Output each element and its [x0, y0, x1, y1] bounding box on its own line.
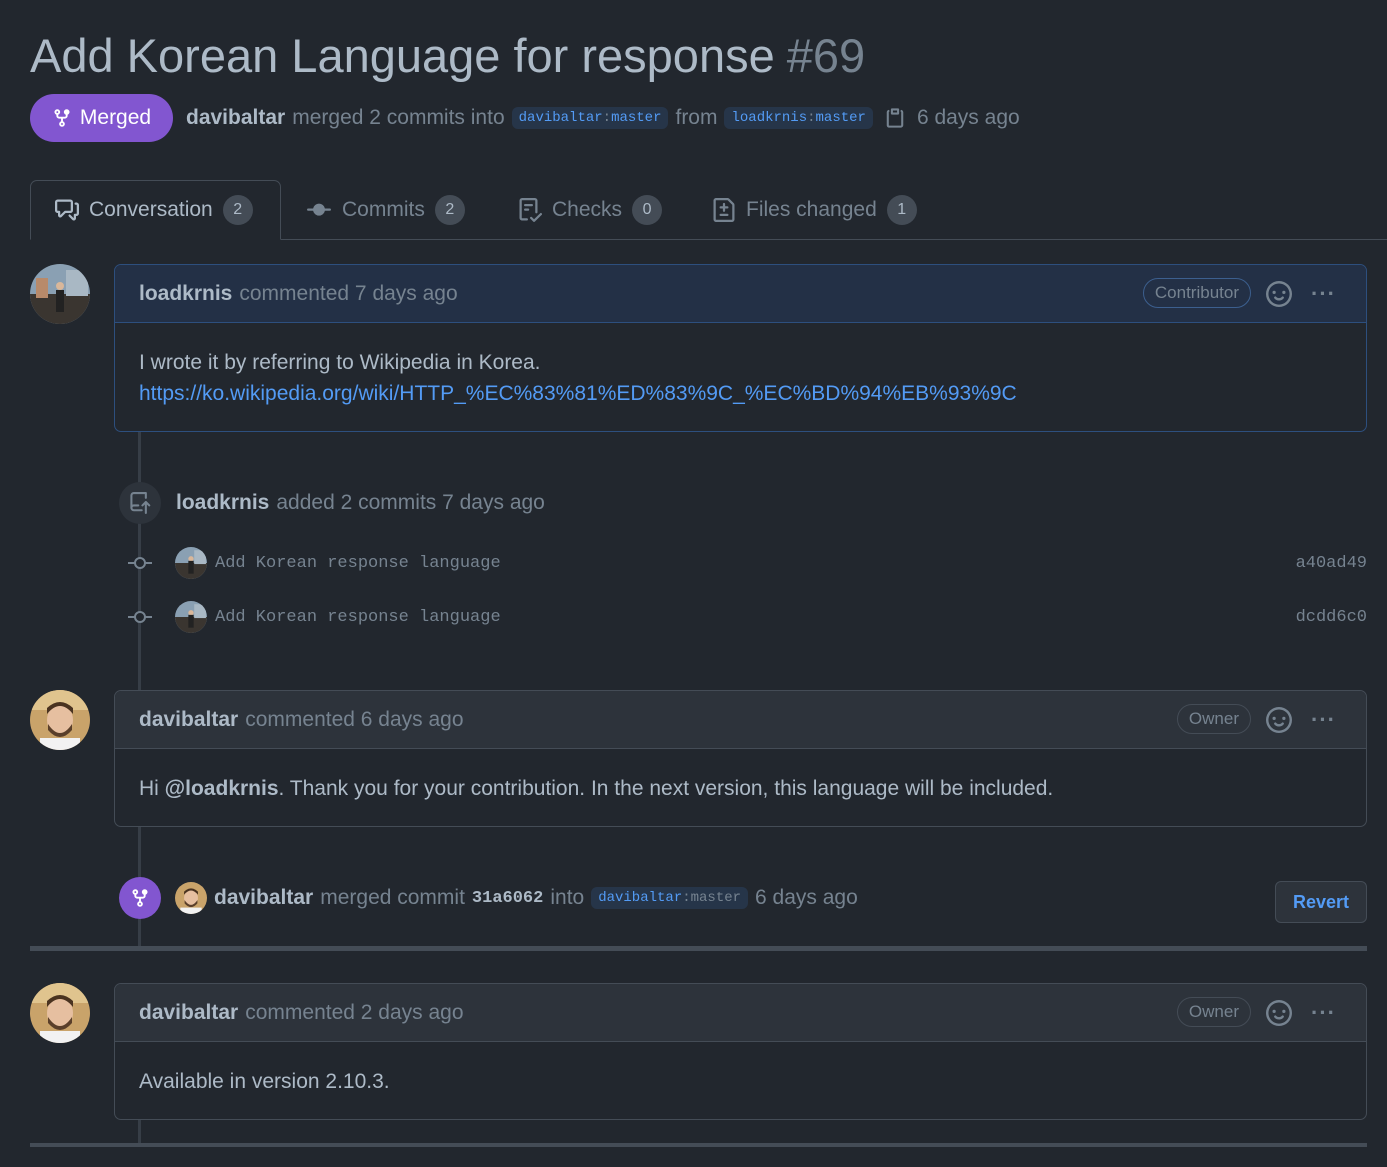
comment-text: Available in version 2.10.3. — [139, 1070, 390, 1093]
tab-checks-count: 0 — [632, 195, 663, 225]
comment-header: davibaltar commented 2 days ago Owner ··… — [115, 984, 1366, 1042]
comment-box: loadkrnis commented 7 days ago Contribut… — [114, 264, 1367, 432]
comment-time[interactable]: commented 2 days ago — [245, 1001, 463, 1025]
merge-branch-name: master — [690, 890, 742, 906]
comment-text: I wrote it by referring to Wikipedia in … — [139, 351, 541, 374]
owner-badge: Owner — [1176, 704, 1251, 734]
merger-link[interactable]: davibaltar — [186, 106, 285, 130]
more-options-icon[interactable]: ··· — [1311, 709, 1336, 731]
smiley-icon[interactable] — [1266, 1000, 1292, 1026]
copy-icon[interactable] — [884, 106, 906, 130]
commit-sha[interactable]: a40ad49 — [1296, 554, 1367, 573]
head-branch-name: master — [815, 110, 866, 126]
head-branch-owner: loadkrnis — [731, 110, 808, 126]
avatar-davibaltar[interactable] — [30, 983, 90, 1043]
tab-checks[interactable]: Checks 0 — [518, 180, 663, 240]
avatar-davibaltar[interactable] — [30, 690, 90, 750]
from-text: from — [675, 106, 718, 129]
commit-author-avatar[interactable] — [175, 601, 207, 633]
commit-message[interactable]: Add Korean response language — [215, 608, 501, 627]
timeline-divider — [30, 946, 1367, 951]
merge-event-desc: merged commit — [320, 886, 465, 909]
commit-icon — [128, 557, 152, 569]
git-merge-icon — [132, 889, 148, 907]
tab-files-changed-label: Files changed — [746, 198, 877, 221]
commits-event-desc: added 2 commits 7 days ago — [276, 491, 545, 514]
checklist-icon — [519, 198, 542, 222]
git-merge-icon — [54, 109, 70, 127]
merge-branch-owner: davibaltar — [598, 890, 683, 906]
contributor-badge: Contributor — [1142, 278, 1251, 308]
page-title: Add Korean Language for response #69 — [30, 26, 865, 86]
merge-event-user[interactable]: davibaltar — [214, 886, 313, 910]
merged-status-badge: Merged — [30, 94, 173, 142]
comment-text-end: . Thank you for your contribution. In th… — [278, 777, 1054, 800]
timeline-line — [138, 1119, 141, 1145]
comment-body: Available in version 2.10.3. — [115, 1042, 1366, 1119]
merged-time: 6 days ago — [916, 106, 1020, 129]
timeline-divider — [30, 1143, 1367, 1147]
revert-button[interactable]: Revert — [1275, 881, 1367, 923]
merge-event-icon — [119, 877, 161, 919]
comment-author[interactable]: loadkrnis — [139, 282, 232, 306]
avatar-loadkrnis[interactable] — [30, 264, 90, 324]
pr-number: #69 — [786, 29, 866, 82]
smiley-icon[interactable] — [1266, 281, 1292, 307]
owner-badge: Owner — [1176, 997, 1251, 1027]
repo-push-event-icon — [119, 482, 161, 524]
commit-icon — [307, 203, 331, 216]
pr-meta: davibaltar merged 2 commits into davibal… — [186, 101, 1020, 135]
comment-time[interactable]: commented 6 days ago — [245, 708, 463, 732]
commit-author-avatar[interactable] — [175, 547, 207, 579]
merge-commit-sha[interactable]: 31a6062 — [472, 889, 543, 908]
tab-files-changed[interactable]: Files changed 1 — [712, 180, 917, 240]
comment-time[interactable]: commented 7 days ago — [239, 282, 457, 306]
commit-message[interactable]: Add Korean response language — [215, 554, 501, 573]
commit-sha[interactable]: dcdd6c0 — [1296, 608, 1367, 627]
tab-conversation-label: Conversation — [89, 198, 213, 221]
repo-push-icon — [130, 492, 151, 514]
commits-event-user[interactable]: loadkrnis — [176, 491, 269, 515]
merge-event-time: 6 days ago — [755, 886, 858, 909]
tab-commits-count: 2 — [434, 195, 465, 225]
comment-text-start: Hi — [139, 777, 165, 800]
comment-header: loadkrnis commented 7 days ago Contribut… — [115, 265, 1366, 323]
comment-body: Hi @loadkrnis. Thank you for your contri… — [115, 749, 1366, 826]
tab-conversation-count: 2 — [222, 195, 253, 225]
merged-text: merged 2 commits into — [292, 106, 505, 129]
comment-box: davibaltar commented 2 days ago Owner ··… — [114, 983, 1367, 1120]
user-mention[interactable]: @loadkrnis — [165, 777, 279, 800]
comment-author[interactable]: davibaltar — [139, 1001, 238, 1025]
merge-target-branch[interactable]: davibaltar:master — [591, 887, 749, 909]
tab-files-changed-count: 1 — [886, 195, 917, 225]
base-branch-name: master — [611, 110, 662, 126]
commits-event-text: loadkrnis added 2 commits 7 days ago — [176, 488, 545, 518]
pr-title: Add Korean Language for response — [30, 29, 775, 82]
more-options-icon[interactable]: ··· — [1311, 283, 1336, 305]
commit-icon — [128, 611, 152, 623]
merge-into-text: into — [550, 886, 585, 909]
more-options-icon[interactable]: ··· — [1311, 1002, 1336, 1024]
comment-discussion-icon — [55, 199, 79, 221]
head-branch[interactable]: loadkrnis:master — [724, 107, 873, 129]
merged-label: Merged — [79, 106, 152, 129]
commit-row: Add Korean response language dcdd6c0 — [120, 601, 1367, 633]
file-diff-icon — [713, 198, 735, 222]
base-branch-owner: davibaltar — [518, 110, 603, 126]
commit-row: Add Korean response language a40ad49 — [120, 547, 1367, 579]
comment-box: davibaltar commented 6 days ago Owner ··… — [114, 690, 1367, 827]
merge-event-text: davibaltar merged commit 31a6062 into da… — [175, 882, 858, 914]
tab-commits-label: Commits — [342, 198, 425, 221]
wikipedia-link[interactable]: https://ko.wikipedia.org/wiki/HTTP_%EC%8… — [139, 382, 1017, 405]
tab-commits[interactable]: Commits 2 — [306, 180, 465, 240]
tab-conversation[interactable]: Conversation 2 — [30, 180, 281, 240]
comment-body: I wrote it by referring to Wikipedia in … — [115, 323, 1366, 431]
smiley-icon[interactable] — [1266, 707, 1292, 733]
comment-header: davibaltar commented 6 days ago Owner ··… — [115, 691, 1366, 749]
base-branch[interactable]: davibaltar:master — [511, 107, 669, 129]
tab-checks-label: Checks — [552, 198, 623, 221]
comment-author[interactable]: davibaltar — [139, 708, 238, 732]
merge-author-avatar[interactable] — [175, 882, 207, 914]
